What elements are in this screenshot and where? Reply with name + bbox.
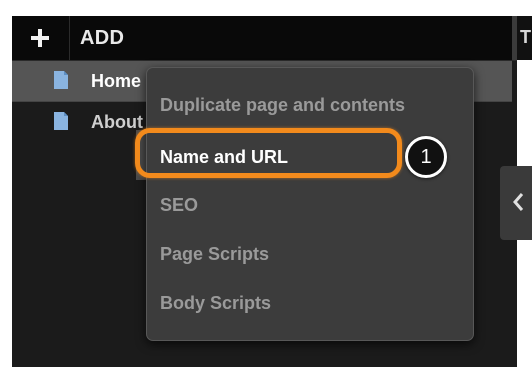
app-window: ADD Home About T Duplicate page and cont… bbox=[0, 0, 532, 367]
editor-header-text: T bbox=[520, 27, 531, 47]
callout-number-badge: 1 bbox=[405, 136, 447, 178]
menu-item-body-scripts[interactable]: Body Scripts bbox=[147, 280, 473, 326]
collapse-panel-button[interactable] bbox=[500, 166, 532, 240]
menu-item-duplicate[interactable]: Duplicate page and contents bbox=[147, 82, 473, 128]
menu-item-label: SEO bbox=[160, 195, 199, 215]
panel-toolbar: ADD bbox=[12, 16, 517, 61]
page-icon bbox=[54, 71, 68, 89]
toolbar-divider bbox=[69, 16, 70, 60]
menu-item-seo[interactable]: SEO bbox=[147, 182, 473, 228]
callout-highlight-ring bbox=[135, 128, 402, 178]
page-context-menu: Duplicate page and contents Name and URL… bbox=[146, 67, 474, 341]
plus-icon[interactable] bbox=[28, 26, 52, 50]
chevron-left-icon bbox=[513, 193, 524, 211]
menu-item-label: Duplicate page and contents bbox=[160, 95, 406, 115]
window-top-edge bbox=[0, 0, 532, 16]
page-icon bbox=[54, 112, 68, 130]
editor-header: T bbox=[517, 16, 532, 60]
menu-item-label: Body Scripts bbox=[160, 293, 272, 313]
menu-item-label: Page Scripts bbox=[160, 244, 270, 264]
add-button[interactable]: ADD bbox=[80, 27, 124, 50]
menu-item-page-scripts[interactable]: Page Scripts bbox=[147, 231, 473, 277]
tree-item-label: Home bbox=[91, 71, 142, 91]
